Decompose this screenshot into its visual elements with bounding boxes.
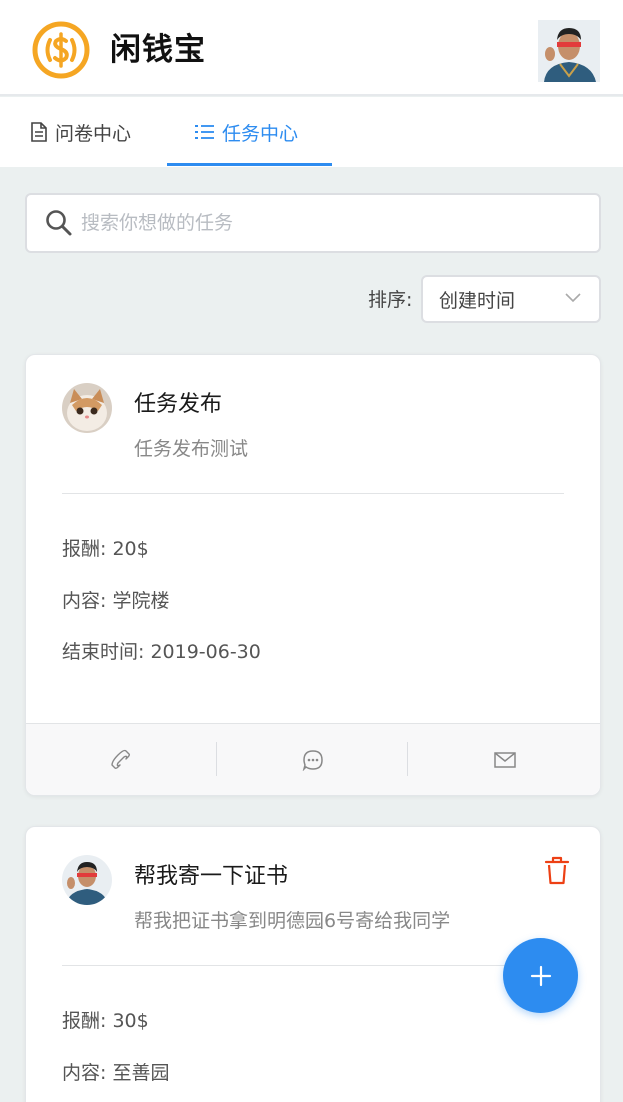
search-input[interactable] <box>81 212 561 234</box>
task-content: 内容: 学院楼 <box>62 590 170 612</box>
sort-select[interactable]: 创建时间 <box>421 275 601 323</box>
tab-task-center[interactable]: 任务中心 <box>195 97 298 167</box>
phone-icon <box>111 749 131 770</box>
dollar-coin-icon <box>32 21 90 79</box>
task-description: 帮我把证书拿到明德园6号寄给我同学 <box>134 910 451 932</box>
divider <box>62 965 564 966</box>
task-card: 任务发布 任务发布测试 报酬: 20$ 内容: 学院楼 结束时间: 2019-0… <box>25 354 601 796</box>
app-title: 闲钱宝 <box>110 32 206 68</box>
mail-icon <box>493 752 516 768</box>
chevron-down-icon <box>565 293 581 303</box>
avatar <box>62 383 112 433</box>
tab-survey-center[interactable]: 问卷中心 <box>30 97 131 167</box>
email-button[interactable] <box>408 724 601 796</box>
task-title: 任务发布 <box>134 392 223 417</box>
tab-bar: 问卷中心 任务中心 <box>0 97 623 167</box>
search-bar[interactable] <box>25 193 601 253</box>
trash-icon <box>544 856 570 885</box>
task-content: 内容: 至善园 <box>62 1062 170 1084</box>
task-description: 任务发布测试 <box>134 438 249 460</box>
task-reward: 报酬: 20$ <box>62 538 149 560</box>
delete-button[interactable] <box>542 855 572 887</box>
tab-task-label: 任务中心 <box>222 122 299 145</box>
active-tab-indicator <box>167 163 332 166</box>
sort-label: 排序: <box>368 289 413 311</box>
task-title: 帮我寄一下证书 <box>134 864 289 889</box>
document-icon <box>31 122 47 142</box>
call-button[interactable] <box>26 724 216 796</box>
sort-selected-value: 创建时间 <box>439 289 516 312</box>
divider <box>62 493 564 494</box>
tab-survey-label: 问卷中心 <box>55 122 132 145</box>
task-reward: 报酬: 30$ <box>62 1010 149 1032</box>
plus-icon <box>530 965 551 986</box>
task-end-time: 结束时间: 2019-06-30 <box>62 641 261 663</box>
card-actions <box>26 723 600 795</box>
search-icon <box>46 210 72 236</box>
user-avatar[interactable] <box>538 20 600 82</box>
message-button[interactable] <box>217 724 408 796</box>
add-task-button[interactable] <box>503 938 578 1013</box>
avatar <box>62 855 112 905</box>
chat-icon <box>302 750 323 771</box>
app-header: 闲钱宝 <box>0 0 623 96</box>
list-icon <box>195 125 214 139</box>
